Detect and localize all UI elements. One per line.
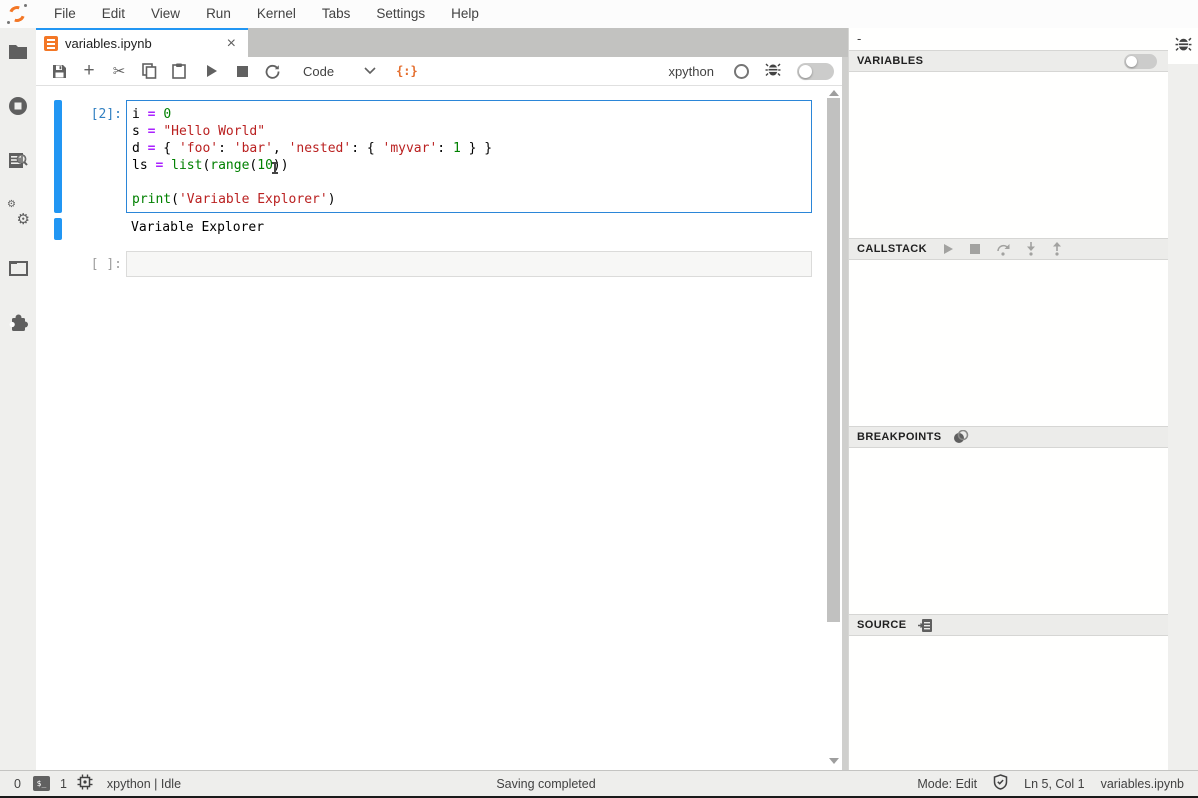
open-tabs-panel-icon[interactable] [6, 256, 30, 280]
breakpoints-label: BREAKPOINTS [857, 431, 941, 443]
source-label: SOURCE [857, 619, 906, 631]
kernel-status-icon [734, 64, 749, 79]
paste-cell-button[interactable] [164, 58, 194, 84]
cell-output-text: Variable Explorer [131, 220, 264, 235]
bug-icon [1175, 35, 1192, 57]
save-button[interactable] [44, 58, 74, 84]
settings-gears-icon[interactable]: ⚙⚙ [6, 202, 30, 226]
interrupt-kernel-button[interactable] [227, 58, 257, 84]
debugger-panel-title: - [849, 28, 1168, 50]
run-cell-button[interactable] [197, 58, 227, 84]
terminal-icon[interactable]: $_ [33, 776, 50, 791]
output-collapser[interactable] [54, 218, 62, 240]
top-menu-bar: File Edit View Run Kernel Tabs Settings … [0, 0, 1198, 28]
tab-variables-ipynb[interactable]: variables.ipynb × [36, 28, 248, 57]
jupyter-logo-icon [7, 4, 27, 24]
right-sidebar-strip [1168, 28, 1198, 770]
variables-view-toggle[interactable] [1124, 54, 1157, 69]
notebook-panel: [2]: i = 0s = "Hello World"d = { 'foo': … [36, 86, 848, 770]
scrollbar-thumb[interactable] [827, 98, 840, 622]
tab-title: variables.ipynb [65, 36, 223, 51]
empty-cell-prompt: [ ]: [58, 257, 122, 272]
chevron-down-icon [364, 62, 376, 80]
restart-kernel-button[interactable] [257, 58, 287, 84]
debugger-sidebar-panel: - VARIABLES CALLSTACK BREAKPOINTS SOURCE [848, 28, 1168, 770]
notebook-file-icon [44, 36, 58, 51]
extension-manager-puzzle-icon[interactable] [6, 310, 30, 334]
terminals-count[interactable]: 0 [14, 777, 21, 791]
menu-item-help[interactable]: Help [438, 0, 492, 28]
text-cursor-pointer [274, 162, 276, 174]
editor-mode-indicator[interactable]: Mode: Edit [917, 777, 977, 791]
property-inspector-icon[interactable] [6, 148, 30, 172]
menu-item-file[interactable]: File [41, 0, 89, 28]
save-status-message: Saving completed [446, 777, 646, 791]
breakpoints-section-header[interactable]: BREAKPOINTS [849, 426, 1169, 448]
code-lines: i = 0s = "Hello World"d = { 'foo': 'bar'… [132, 106, 806, 208]
code-cell-editor[interactable]: i = 0s = "Hello World"d = { 'foo': 'bar'… [126, 100, 812, 213]
cursor-position-indicator[interactable]: Ln 5, Col 1 [1024, 777, 1084, 791]
callstack-section-header[interactable]: CALLSTACK [849, 238, 1169, 260]
left-sidebar: ⚙⚙ [0, 28, 36, 770]
cell-type-value: Code [303, 64, 334, 79]
kernel-name-button[interactable]: xpython [668, 64, 714, 79]
variables-label: VARIABLES [857, 55, 923, 67]
trusted-shield-icon[interactable] [993, 774, 1008, 793]
menu-item-settings[interactable]: Settings [363, 0, 438, 28]
notebook-scrollbar[interactable] [826, 88, 841, 768]
empty-cell-editor[interactable] [126, 251, 812, 277]
open-source-file-icon[interactable] [918, 618, 933, 633]
kernels-count[interactable]: 1 [60, 777, 67, 791]
running-kernels-icon[interactable] [6, 94, 30, 118]
debug-continue-icon[interactable] [943, 243, 954, 255]
execution-count-prompt: [2]: [58, 107, 122, 122]
debugger-tab[interactable] [1168, 28, 1198, 64]
debug-step-in-icon[interactable] [1026, 242, 1036, 256]
menu-item-kernel[interactable]: Kernel [244, 0, 309, 28]
status-bar: 0 $_ 1 xpython | Idle Saving completed M… [0, 770, 1198, 796]
menu-item-tabs[interactable]: Tabs [309, 0, 364, 28]
scrollbar-down-arrow-icon[interactable] [829, 758, 839, 764]
add-cell-button[interactable]: + [74, 58, 104, 84]
dock-tab-bar: variables.ipynb × [36, 28, 848, 57]
notebook-toolbar: + ✂ Code {:} xpython [36, 57, 848, 86]
kernel-status-text[interactable]: xpython | Idle [107, 777, 181, 791]
debug-step-over-icon[interactable] [996, 243, 1010, 256]
notebook-format-icon: {:} [396, 64, 418, 78]
tab-close-icon[interactable]: × [223, 36, 240, 52]
callstack-label: CALLSTACK [857, 243, 927, 255]
file-browser-folder-icon[interactable] [6, 40, 30, 64]
source-section-header[interactable]: SOURCE [849, 614, 1169, 636]
menu-item-view[interactable]: View [138, 0, 193, 28]
debug-step-out-icon[interactable] [1052, 242, 1062, 256]
menu-item-edit[interactable]: Edit [89, 0, 138, 28]
cut-cell-button[interactable]: ✂ [104, 58, 134, 84]
copy-cell-button[interactable] [134, 58, 164, 84]
debugger-toggle-switch[interactable] [797, 63, 834, 80]
scrollbar-up-arrow-icon[interactable] [829, 90, 839, 96]
debugger-bug-icon[interactable] [765, 61, 781, 82]
cell-type-dropdown[interactable]: Code [303, 62, 376, 80]
variables-section-header[interactable]: VARIABLES [849, 50, 1169, 72]
active-filename: variables.ipynb [1101, 777, 1184, 791]
kernel-chip-icon[interactable] [77, 774, 93, 793]
debug-terminate-icon[interactable] [970, 244, 980, 254]
remove-all-breakpoints-icon[interactable] [953, 430, 969, 444]
menu-item-run[interactable]: Run [193, 0, 244, 28]
